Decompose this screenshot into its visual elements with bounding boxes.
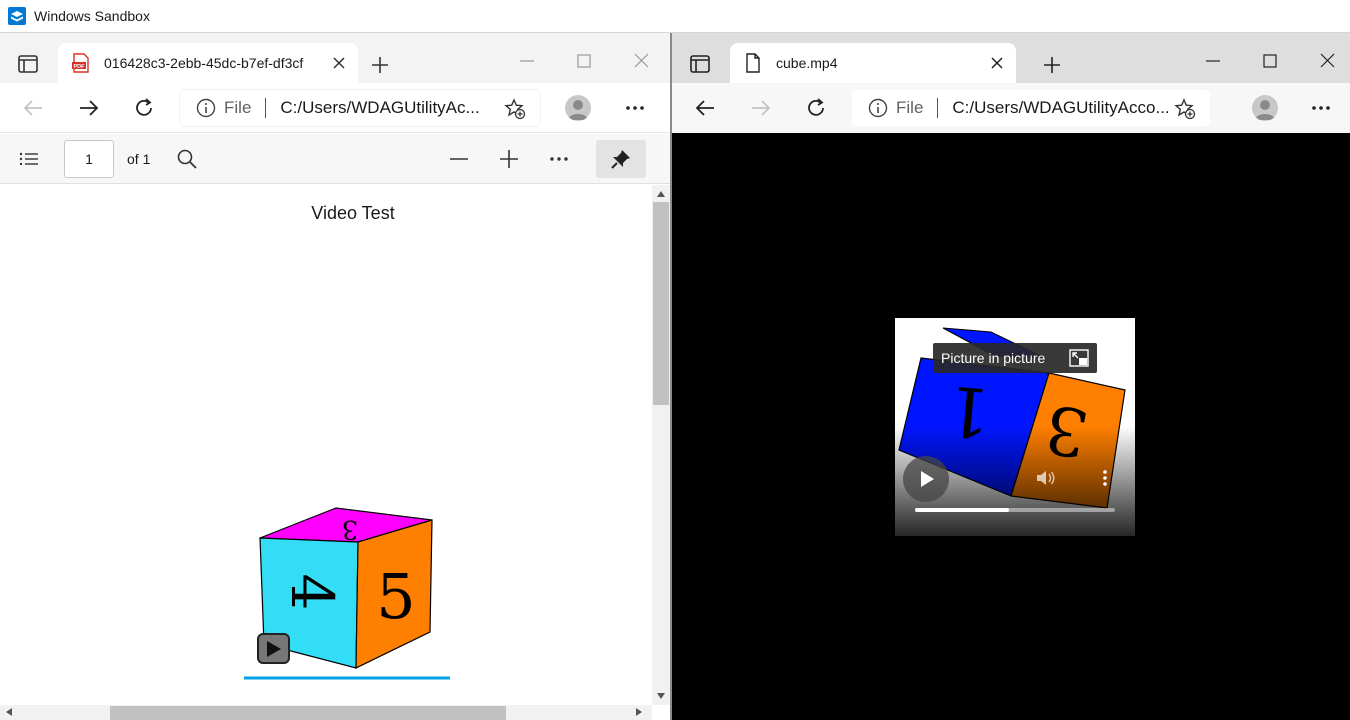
close-window-icon[interactable] [630, 51, 654, 71]
scroll-up-icon[interactable] [656, 189, 666, 199]
page-count-label: of 1 [127, 151, 151, 167]
minimize-icon[interactable] [1202, 51, 1226, 71]
profile-icon [568, 100, 588, 120]
page-number-input[interactable]: 1 [64, 140, 114, 178]
svg-text:5: 5 [376, 560, 415, 633]
close-window-icon[interactable] [1316, 51, 1340, 71]
url-scheme-label: File [224, 98, 252, 117]
tab-actions-icon[interactable] [18, 55, 38, 73]
url-scheme-label: File [896, 98, 924, 117]
back-icon[interactable] [22, 97, 44, 119]
video-progress-fill [915, 508, 1009, 512]
pdf-toolbar: 1 of 1 [0, 134, 670, 184]
pdf-icon: PDF [72, 53, 89, 73]
embedded-video-poster[interactable]: 3 4 5 [240, 500, 460, 685]
url-text[interactable]: C:/Users/WDAGUtilityAc... [280, 98, 479, 118]
video-player[interactable]: 1 3 Picture in picture [895, 318, 1135, 536]
volume-icon[interactable] [1035, 468, 1057, 488]
document-title: Video Test [311, 203, 395, 223]
profile-avatar[interactable] [565, 95, 591, 121]
pdf-page-view[interactable]: Video Test 3 4 5 [0, 185, 652, 705]
window-titlebar: Windows Sandbox [0, 0, 1350, 33]
address-bar[interactable]: File C:/Users/WDAGUtilityAcco... [852, 90, 1210, 126]
close-tab-icon[interactable] [332, 56, 346, 70]
picture-in-picture-tooltip[interactable]: Picture in picture [933, 343, 1097, 373]
play-button[interactable] [903, 456, 949, 502]
horizontal-scroll-thumb[interactable] [110, 706, 506, 720]
maximize-icon[interactable] [573, 51, 597, 71]
tab-strip: cube.mp4 [672, 33, 1350, 83]
pdf-more-icon[interactable] [548, 148, 570, 170]
video-more-icon[interactable] [1100, 468, 1110, 488]
profile-avatar[interactable] [1252, 95, 1278, 121]
vertical-scroll-thumb[interactable] [653, 202, 669, 405]
tab-title: 016428c3-2ebb-45dc-b7ef-df3cf [104, 55, 304, 71]
file-icon [746, 53, 760, 73]
new-tab-icon[interactable] [1042, 55, 1062, 75]
zoom-out-icon[interactable] [448, 148, 470, 170]
refresh-icon[interactable] [133, 97, 155, 119]
url-separator [265, 98, 267, 118]
address-bar[interactable]: File C:/Users/WDAGUtilityAc... [180, 90, 540, 126]
url-separator [937, 98, 939, 118]
scroll-right-icon[interactable] [634, 707, 644, 717]
sandbox-app-icon [8, 7, 26, 25]
tab-actions-icon[interactable] [690, 55, 710, 73]
new-tab-icon[interactable] [370, 55, 390, 75]
refresh-icon[interactable] [805, 97, 827, 119]
left-browser-window: PDF 016428c3-2ebb-45dc-b7ef-df3cf File C… [0, 33, 670, 720]
svg-text:PDF: PDF [74, 64, 86, 70]
table-of-contents-icon[interactable] [18, 150, 40, 168]
zoom-in-icon[interactable] [498, 148, 520, 170]
svg-text:4: 4 [278, 574, 346, 611]
scroll-down-icon[interactable] [656, 691, 666, 701]
horizontal-scrollbar[interactable] [0, 705, 652, 720]
tab-video-file[interactable]: cube.mp4 [730, 43, 1016, 83]
info-icon[interactable] [868, 98, 888, 118]
picture-in-picture-icon[interactable] [1069, 348, 1089, 368]
vertical-scrollbar[interactable] [652, 185, 670, 705]
back-icon[interactable] [694, 97, 716, 119]
add-favorite-icon[interactable] [504, 98, 526, 120]
pin-toolbar-button[interactable] [596, 140, 646, 178]
navigation-toolbar: File C:/Users/WDAGUtilityAc... [0, 83, 670, 133]
more-options-icon[interactable] [1310, 99, 1332, 117]
add-favorite-icon[interactable] [1174, 98, 1196, 120]
svg-text:3: 3 [342, 514, 359, 544]
navigation-toolbar: File C:/Users/WDAGUtilityAcco... [672, 83, 1350, 133]
right-browser-window: cube.mp4 File C:/Users/WDAGUtilityAcco..… [672, 33, 1350, 720]
pin-icon [611, 150, 630, 169]
maximize-icon[interactable] [1259, 51, 1283, 71]
info-icon[interactable] [196, 98, 216, 118]
forward-icon[interactable] [78, 97, 100, 119]
tab-strip: PDF 016428c3-2ebb-45dc-b7ef-df3cf [0, 33, 670, 83]
more-options-icon[interactable] [624, 99, 646, 117]
tab-pdf-document[interactable]: PDF 016428c3-2ebb-45dc-b7ef-df3cf [58, 43, 358, 83]
pip-label: Picture in picture [941, 350, 1046, 366]
tab-title: cube.mp4 [776, 55, 838, 71]
minimize-icon[interactable] [516, 51, 540, 71]
video-progress-bar[interactable] [915, 508, 1115, 512]
search-icon[interactable] [176, 148, 198, 170]
scroll-left-icon[interactable] [4, 707, 14, 717]
profile-icon [1255, 100, 1275, 120]
play-icon [921, 471, 934, 487]
window-title: Windows Sandbox [34, 8, 150, 24]
forward-icon[interactable] [750, 97, 772, 119]
close-tab-icon[interactable] [990, 56, 1004, 70]
url-text[interactable]: C:/Users/WDAGUtilityAcco... [952, 98, 1169, 118]
